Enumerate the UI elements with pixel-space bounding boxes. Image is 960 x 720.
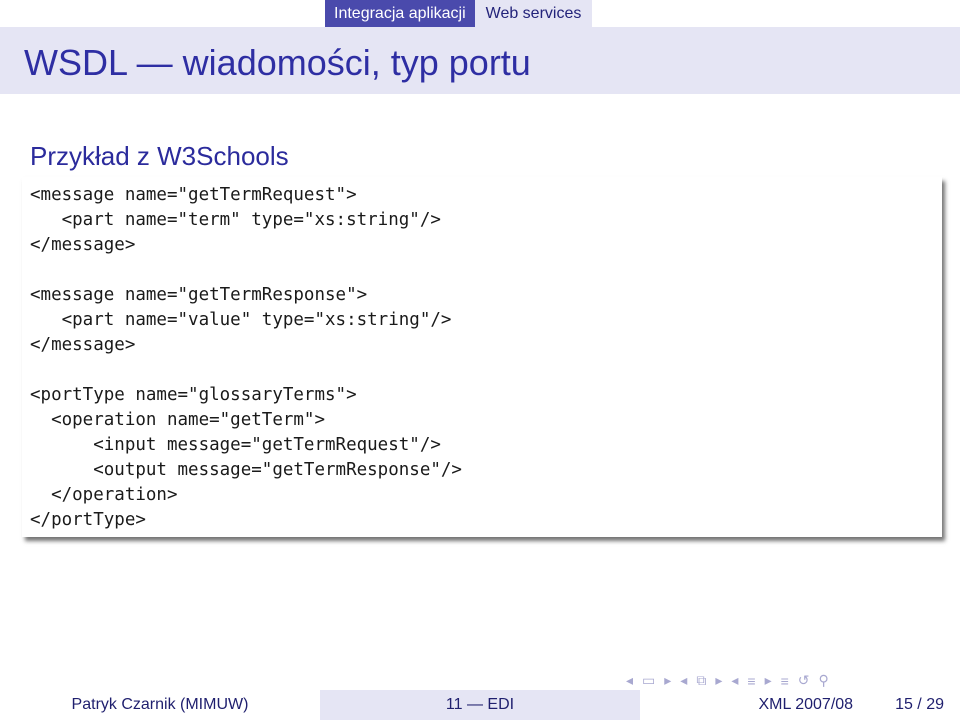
code-line: <message name="getTermRequest"> xyxy=(30,185,357,205)
nav-section-icon[interactable]: ≡ xyxy=(747,673,755,689)
block-title: Przykład z W3Schools xyxy=(30,141,289,171)
code-line: <output message="getTermResponse"/> xyxy=(30,460,462,480)
nav-align-icon[interactable]: ≡ xyxy=(781,673,789,689)
nav-prev-subsection-icon[interactable]: ◂ xyxy=(680,672,687,689)
nav-frame-icon[interactable]: ▭ xyxy=(642,672,655,689)
code-line: <portType name="glossaryTerms"> xyxy=(30,385,357,405)
nav-prev-section-icon[interactable]: ◂ xyxy=(731,672,738,689)
code-block: <message name="getTermRequest"> <part na… xyxy=(30,183,462,533)
nav-subsection-icon[interactable]: ⧉ xyxy=(696,672,706,689)
headline-bar: Integracja aplikacji Web services xyxy=(0,0,960,27)
nav-undo-icon[interactable]: ↺ xyxy=(798,672,810,689)
code-line: </message> xyxy=(30,235,136,255)
code-line: <part name="term" type="xs:string"/> xyxy=(30,210,441,230)
nav-prev-frame-icon[interactable]: ◂ xyxy=(626,672,633,689)
code-line: <message name="getTermResponse"> xyxy=(30,285,368,305)
code-line: </operation> xyxy=(30,485,178,505)
section-tab-integracja[interactable]: Integracja aplikacji xyxy=(325,0,475,27)
section-navigation: Integracja aplikacji Web services xyxy=(325,0,593,27)
code-line: <input message="getTermRequest"/> xyxy=(30,435,441,455)
footline: Patryk Czarnik (MIMUW) 11 — EDI XML 2007… xyxy=(0,690,960,720)
code-line: </message> xyxy=(30,335,136,355)
code-line: </portType> xyxy=(30,510,146,530)
footer-author: Patryk Czarnik (MIMUW) xyxy=(0,690,320,720)
footer-course: 11 — EDI xyxy=(320,690,640,720)
code-line: <part name="value" type="xs:string"/> xyxy=(30,310,452,330)
nav-search-icon[interactable]: ⚲ xyxy=(819,672,829,689)
nav-next-subsection-icon[interactable]: ▸ xyxy=(715,672,722,689)
beamer-navigation-symbols: ◂ ▭ ▸ ◂ ⧉ ▸ ◂ ≡ ▸ ≡ ↺ ⚲ xyxy=(626,672,829,689)
footer-right: XML 2007/08 15 / 29 xyxy=(640,690,960,720)
nav-next-section-icon[interactable]: ▸ xyxy=(765,672,772,689)
nav-next-frame-icon[interactable]: ▸ xyxy=(664,672,671,689)
section-tab-web-services[interactable]: Web services xyxy=(474,0,593,27)
code-line: <operation name="getTerm"> xyxy=(30,410,326,430)
frame-title: WSDL — wiadomości, typ portu xyxy=(24,42,531,83)
footer-page-number: 15 / 29 xyxy=(895,696,944,713)
footer-date: XML 2007/08 xyxy=(758,696,854,713)
